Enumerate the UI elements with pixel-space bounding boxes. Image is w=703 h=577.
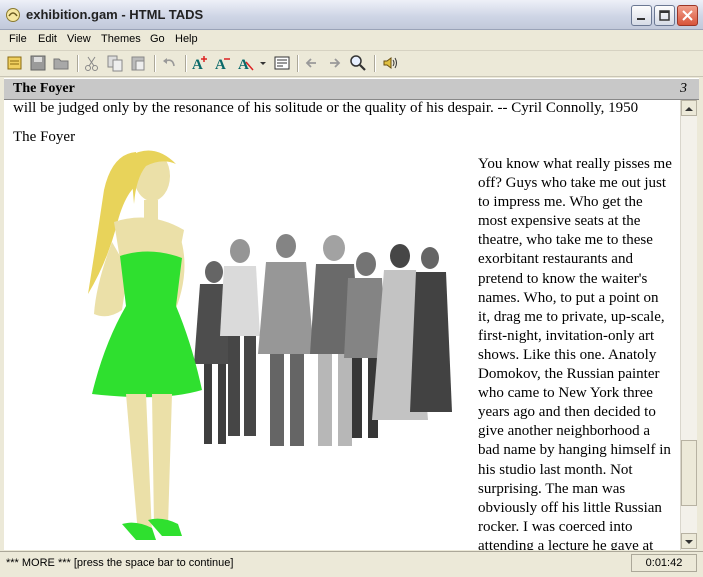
menu-help[interactable]: Help: [175, 33, 198, 45]
page-setup-icon[interactable]: [273, 54, 291, 72]
open-icon[interactable]: [6, 54, 24, 72]
woman-figure: [88, 150, 202, 540]
story-paragraph: You know what really pisses me off? Guys…: [478, 156, 672, 550]
menu-file[interactable]: File: [9, 33, 27, 45]
arrow-down-icon: [685, 540, 693, 544]
menu-view[interactable]: View: [67, 33, 91, 45]
app-window: exhibition.gam - HTML TADS File Edit Vie…: [0, 0, 703, 577]
vertical-scrollbar[interactable]: [680, 100, 697, 550]
toolbar: A A A: [0, 51, 703, 77]
window-title: exhibition.gam - HTML TADS: [26, 7, 204, 22]
undo-icon[interactable]: [160, 54, 178, 72]
menu-edit[interactable]: Edit: [38, 33, 57, 45]
title-bar[interactable]: exhibition.gam - HTML TADS: [0, 0, 703, 30]
font-smaller-icon[interactable]: A: [214, 54, 232, 72]
font-bigger-icon[interactable]: A: [191, 54, 209, 72]
menu-bar: File Edit View Themes Go Help: [0, 30, 703, 51]
maximize-icon: [659, 10, 670, 21]
elapsed-timer: 0:01:42: [631, 554, 697, 572]
scroll-down-button[interactable]: [681, 533, 697, 549]
app-icon: [6, 8, 20, 22]
scroll-thumb[interactable]: [681, 440, 697, 506]
search-icon[interactable]: [349, 54, 367, 72]
cut-icon[interactable]: [83, 54, 101, 72]
folder-icon[interactable]: [52, 54, 70, 72]
epigraph-quote: will be judged only by the resonance of …: [13, 100, 639, 116]
font-options-icon[interactable]: A: [237, 54, 255, 72]
save-icon[interactable]: [29, 54, 47, 72]
location-name: The Foyer: [13, 81, 75, 96]
maximize-button[interactable]: [654, 5, 675, 26]
paste-icon[interactable]: [129, 54, 147, 72]
copy-icon[interactable]: [106, 54, 124, 72]
scroll-up-button[interactable]: [681, 100, 697, 116]
speaker-icon[interactable]: [381, 54, 399, 72]
minimize-button[interactable]: [631, 5, 652, 26]
close-icon: [682, 10, 693, 21]
more-prompt: *** MORE *** [press the space bar to con…: [6, 557, 234, 569]
story-text-area[interactable]: will be judged only by the resonance of …: [4, 100, 680, 550]
menu-themes[interactable]: Themes: [101, 33, 141, 45]
scene-illustration: [88, 150, 452, 540]
close-button[interactable]: [677, 5, 698, 26]
arrow-up-icon: [685, 107, 693, 111]
menu-go[interactable]: Go: [150, 33, 165, 45]
back-icon[interactable]: [303, 54, 321, 72]
minimize-icon: [637, 18, 645, 20]
status-bar: *** MORE *** [press the space bar to con…: [0, 551, 703, 577]
forward-icon[interactable]: [326, 54, 344, 72]
crowd-figures: [194, 234, 452, 446]
score-value: 3: [680, 81, 687, 96]
status-banner: The Foyer 3: [4, 78, 699, 100]
dropdown-icon[interactable]: [258, 54, 268, 72]
